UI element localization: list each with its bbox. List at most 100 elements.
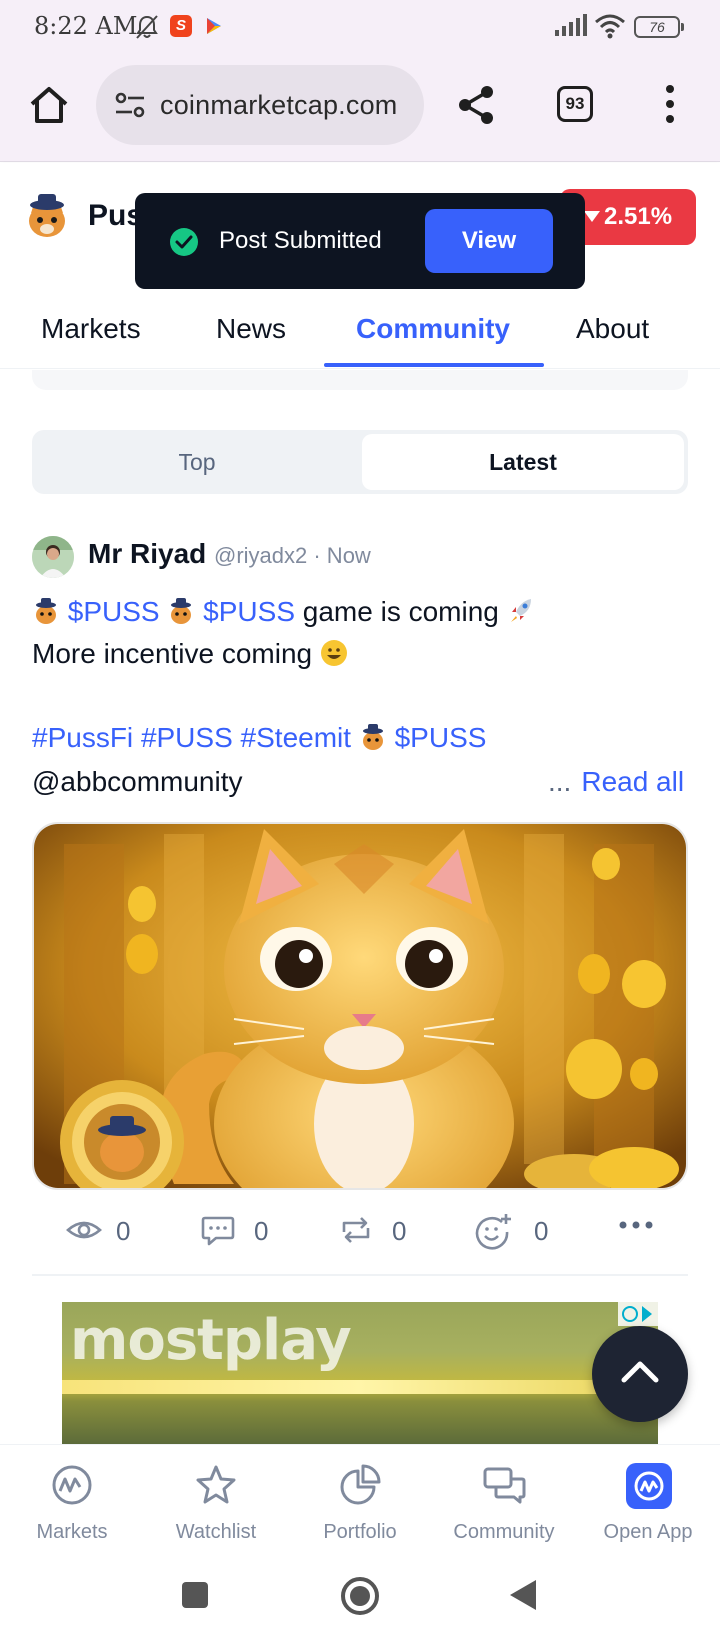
nav-markets[interactable]: Markets [0,1445,144,1557]
scroll-to-top-button[interactable] [592,1326,688,1422]
post-handle-time: @riyadx2 · Now [214,543,371,568]
rocket-emoji-icon [510,599,531,622]
read-more-ellipsis: ... [548,766,572,797]
post-text-line-2: More incentive coming [32,638,348,670]
nav-label: Markets [36,1521,108,1543]
tab-markets[interactable]: Markets [41,313,141,345]
cmc-logo-icon [626,1463,672,1509]
add-reaction-icon [475,1214,511,1250]
author-avatar[interactable] [32,536,74,578]
nav-label: Community [453,1521,555,1543]
post-image[interactable] [32,822,688,1190]
toast-view-button[interactable]: View [425,209,553,273]
ticker-link[interactable]: $PUSS [395,722,487,753]
repost-stat[interactable]: 0 [338,1212,418,1252]
share-icon[interactable] [456,84,496,126]
filter-latest-button[interactable]: Latest [362,434,684,490]
comment-icon [201,1216,235,1246]
nav-label: Watchlist [175,1521,257,1543]
post-text-line-1: $PUSS $PUSS game is coming [32,596,535,628]
tab-about[interactable]: About [576,313,649,345]
home-icon[interactable] [26,82,72,128]
mention-text[interactable]: @abbcommunity [32,766,243,797]
status-time: 8:22 AM [34,12,138,40]
ad-stripe [62,1380,658,1394]
views-stat: 0 [66,1212,146,1252]
url-text: coinmarketcap.com [160,90,398,120]
ad-banner[interactable]: mostplay [62,1302,658,1444]
more-options-icon[interactable] [618,1218,654,1232]
post-divider [32,1274,688,1276]
card-bottom-edge [32,370,688,390]
active-tab-indicator [324,363,544,367]
cat-emoji-icon [362,724,383,750]
ad-choices-icon[interactable] [618,1302,658,1326]
read-all-label: Read all [581,766,685,797]
nav-label: Open App [603,1521,693,1543]
nav-watchlist[interactable]: Watchlist [144,1445,288,1557]
repost-icon [342,1217,370,1243]
reactions-count: 0 [534,1216,549,1246]
back-icon[interactable] [508,1578,538,1612]
hashtag-link[interactable]: #PUSS [141,722,233,753]
comments-stat[interactable]: 0 [200,1212,280,1252]
coin-logo [29,194,65,237]
ticker-link[interactable]: $PUSS [203,596,295,627]
eye-icon [66,1221,102,1239]
wifi-icon [595,14,625,39]
cat-emoji-icon [171,598,192,624]
post-submitted-toast: Post Submitted View [135,193,585,289]
system-nav-bar [0,1556,720,1650]
home-circle-icon[interactable] [340,1576,380,1616]
check-circle-icon [170,228,198,256]
post-author-name[interactable]: Mr Riyad [88,538,206,570]
comments-count: 0 [254,1216,269,1246]
post-text-line-4: @abbcommunity [32,766,243,798]
mute-bell-icon [136,15,158,39]
post-stats-row: 0 0 0 0 [0,1208,720,1254]
menu-dots-icon[interactable] [660,84,680,124]
repost-count: 0 [392,1216,407,1246]
read-all-link[interactable]: ... Read all [548,766,684,798]
toast-message: Post Submitted [219,227,382,254]
signal-icon [555,14,587,36]
post-text: game is coming [302,596,499,627]
post-text: More incentive coming [32,638,313,669]
browser-toolbar: coinmarketcap.com 93 [0,54,720,162]
cat-illustration [34,824,686,1188]
tab-community[interactable]: Community [356,313,510,345]
hashtag-link[interactable]: #PussFi [32,722,133,753]
ticker-link[interactable]: $PUSS [68,596,160,627]
battery-icon: 76 [634,16,684,38]
nav-open-app[interactable]: Open App [576,1445,720,1557]
status-bar: 8:22 AM S 76 [0,0,720,54]
nav-community[interactable]: Community [432,1445,576,1557]
views-count: 0 [116,1216,131,1246]
chat-bubbles-icon [483,1467,526,1504]
avatar-photo [32,536,74,578]
play-games-icon [207,18,221,34]
filter-top-button[interactable]: Top [36,434,358,490]
tab-news[interactable]: News [216,313,286,345]
address-bar[interactable]: coinmarketcap.com [96,65,424,145]
pie-chart-icon [340,1464,381,1505]
feed-filter-toggle: Top Latest [32,430,688,494]
recents-icon[interactable] [180,1580,210,1610]
price-change-value: 2.51% [604,203,673,230]
chevron-up-icon [621,1361,659,1383]
ad-brand-text: mostplay [70,1308,352,1373]
post-text-line-3: #PussFi #PUSS #Steemit $PUSS [32,722,486,754]
star-icon [196,1465,236,1504]
nav-portfolio[interactable]: Portfolio [288,1445,432,1557]
grinning-emoji-icon [320,640,347,666]
cat-emoji-icon [36,598,56,624]
nav-label: Portfolio [323,1521,397,1543]
site-settings-icon[interactable] [114,91,146,119]
markets-icon [52,1465,92,1505]
reactions-stat[interactable]: 0 [474,1212,564,1252]
bottom-nav: Markets Watchlist Portfolio Community Op… [0,1444,720,1556]
hashtag-link[interactable]: #Steemit [241,722,352,753]
down-triangle-icon [584,211,600,222]
tabs-icon[interactable]: 93 [557,86,593,122]
app-s-icon: S [170,15,192,37]
